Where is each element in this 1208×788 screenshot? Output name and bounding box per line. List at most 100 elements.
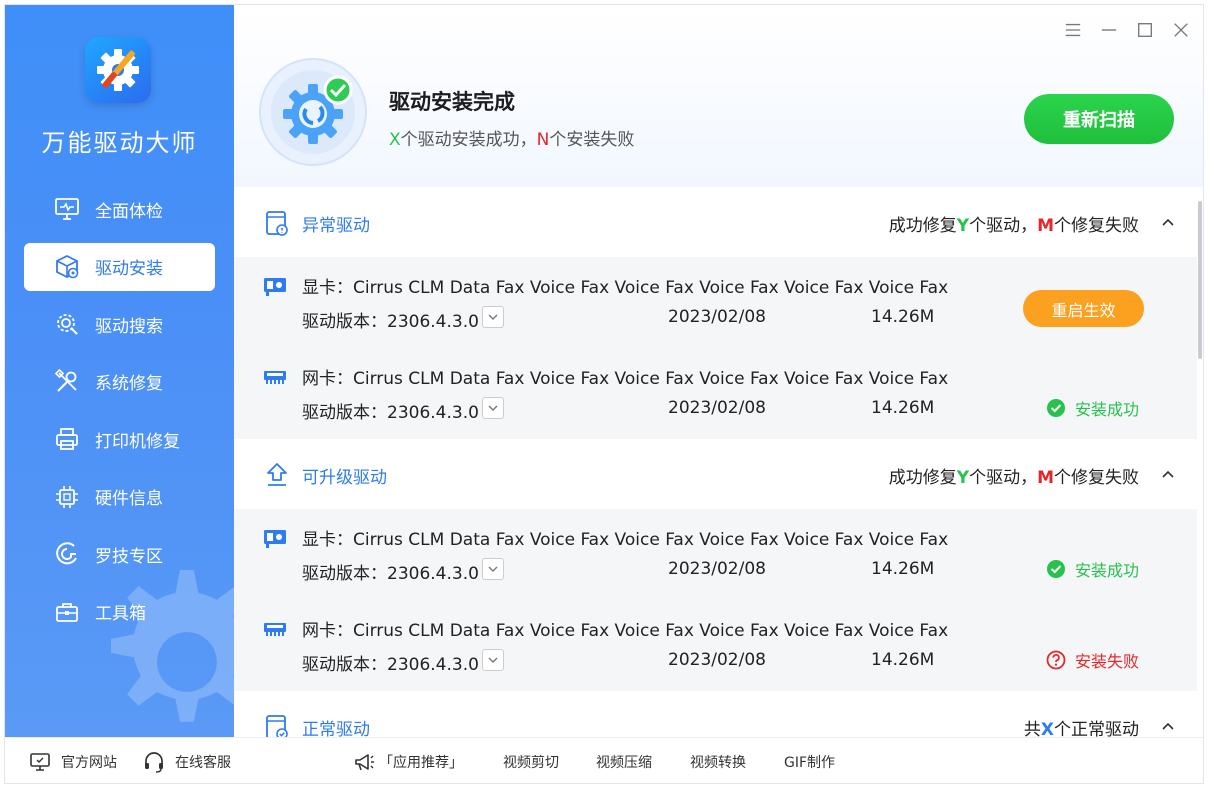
summary-text: 共	[1023, 720, 1041, 737]
sidebar-item-label: 罗技专区	[95, 546, 163, 567]
sidebar-item-logitech[interactable]: 罗技专区	[24, 530, 215, 578]
summary-text: 成功修复	[888, 216, 957, 236]
chevron-up-icon[interactable]	[1161, 719, 1175, 733]
version-dropdown[interactable]	[482, 649, 504, 671]
status-label: 安装失败	[1074, 652, 1139, 671]
sidebar: 万能驱动大师 全面体检 驱动安装 驱动搜索 系统修复 打印机修复 硬件信息 罗技…	[5, 5, 234, 737]
sidebar-item-label: 打印机修复	[95, 431, 180, 452]
sidebar-item-toolbox[interactable]: 工具箱	[24, 588, 215, 636]
section-summary: 成功修复Y个驱动，M个修复失败	[889, 211, 1139, 236]
printer-icon	[54, 426, 80, 452]
driver-name: 网卡：Cirrus CLM Data Fax Voice Fax Voice F…	[302, 621, 952, 641]
install-complete-badge	[258, 57, 368, 167]
sidebar-item-full-checkup[interactable]: 全面体检	[24, 185, 215, 233]
sidebar-item-hardware-info[interactable]: 硬件信息	[24, 473, 215, 521]
version-dropdown[interactable]	[482, 306, 504, 328]
network-card-icon	[264, 371, 286, 384]
chevron-down-icon	[488, 405, 498, 411]
maximize-icon	[1138, 23, 1152, 37]
driver-version: 驱动版本：2306.4.3.0	[302, 312, 479, 332]
display-card-icon	[264, 530, 286, 548]
minimize-button[interactable]	[1098, 19, 1120, 41]
driver-name: 显卡：Cirrus CLM Data Fax Voice Fax Voice F…	[302, 278, 952, 298]
subtitle-text: 个驱动安装成功，	[400, 130, 537, 150]
status-label: 安装成功	[1074, 561, 1139, 580]
app-title: 万能驱动大师	[41, 129, 198, 157]
section-header-upgradable[interactable]: 可升级驱动 成功修复Y个驱动，M个修复失败	[234, 439, 1197, 509]
sidebar-item-label: 工具箱	[95, 604, 146, 624]
summary-success-count: Y	[956, 468, 970, 488]
driver-warning-icon	[266, 211, 288, 236]
minimize-icon	[1101, 29, 1117, 31]
section-header-abnormal[interactable]: 异常驱动 成功修复Y个驱动，M个修复失败	[234, 187, 1197, 257]
status-badge: 安装失败	[1046, 648, 1139, 672]
sidebar-item-label: 全面体检	[95, 201, 163, 222]
sidebar-item-label: 驱动搜索	[95, 316, 163, 337]
sidebar-item-system-repair[interactable]: 系统修复	[24, 358, 215, 406]
check-circle-icon	[1046, 560, 1065, 578]
driver-size: 14.26M	[871, 307, 935, 327]
gear-check-icon	[259, 58, 367, 166]
check-circle-icon	[1046, 399, 1065, 417]
footer-label: 在线客服	[175, 755, 231, 771]
online-service-link[interactable]: 在线客服	[143, 738, 231, 783]
monitor-pulse-icon	[54, 196, 80, 222]
summary-text: 个驱动，	[969, 216, 1038, 236]
success-count: X	[389, 130, 401, 150]
sidebar-nav: 全面体检 驱动安装 驱动搜索 系统修复 打印机修复 硬件信息 罗技专区 工具箱	[24, 185, 215, 645]
sidebar-item-printer-repair[interactable]: 打印机修复	[24, 415, 215, 463]
footer-label: 「应用推荐」	[379, 755, 463, 771]
sidebar-item-driver-install[interactable]: 驱动安装	[24, 242, 215, 291]
chevron-up-icon[interactable]	[1161, 215, 1175, 229]
driver-list: 异常驱动 成功修复Y个驱动，M个修复失败 显卡：Cirrus CLM Data …	[234, 187, 1203, 737]
version-dropdown[interactable]	[482, 558, 504, 580]
driver-date: 2023/02/08	[668, 307, 766, 327]
section-title: 异常驱动	[302, 216, 370, 236]
box-gear-icon	[54, 254, 80, 280]
headset-icon	[145, 752, 163, 773]
network-card-icon	[264, 623, 286, 636]
header-subtitle: X个驱动安装成功，N个安装失败	[389, 125, 634, 150]
sidebar-item-label: 硬件信息	[95, 489, 163, 509]
chevron-down-icon	[488, 314, 498, 320]
section-rows-upgradable: 显卡：Cirrus CLM Data Fax Voice Fax Voice F…	[234, 509, 1197, 691]
megaphone-icon	[355, 754, 374, 771]
sidebar-item-driver-search[interactable]: 驱动搜索	[24, 300, 215, 348]
app-recommend-link[interactable]: 「应用推荐」	[353, 738, 463, 783]
maximize-button[interactable]	[1134, 19, 1156, 41]
logitech-icon	[54, 541, 80, 567]
question-circle-icon	[1046, 650, 1066, 670]
menu-button[interactable]	[1062, 19, 1084, 41]
status-label: 安装成功	[1074, 400, 1139, 419]
subtitle-text: 个安装失败	[549, 130, 635, 150]
official-website-link[interactable]: 官方网站	[29, 738, 117, 783]
driver-date: 2023/02/08	[668, 398, 766, 418]
section-header-normal[interactable]: 正常驱动 共X个正常驱动	[234, 691, 1197, 737]
chip-icon	[54, 484, 80, 510]
driver-version: 驱动版本：2306.4.3.0	[302, 564, 479, 584]
wrench-screwdriver-icon	[54, 368, 80, 395]
footer-link-video-compress[interactable]: 视频压缩	[596, 738, 652, 783]
footer-link-video-convert[interactable]: 视频转换	[690, 738, 746, 783]
sidebar-item-label: 驱动安装	[95, 259, 163, 279]
footer: 官方网站 在线客服 「应用推荐」 视频剪切 视频压缩 视频转换 GIF制作	[5, 737, 1203, 783]
toolbox-icon	[54, 599, 80, 625]
driver-date: 2023/02/08	[668, 559, 766, 579]
summary-text: 个正常驱动	[1054, 720, 1139, 737]
status-badge: 安装成功	[1046, 396, 1139, 420]
header: 驱动安装完成 X个驱动安装成功，N个安装失败 重新扫描	[234, 5, 1203, 187]
chevron-up-icon[interactable]	[1161, 467, 1175, 481]
upgrade-arrow-icon	[267, 463, 287, 486]
close-button[interactable]	[1170, 19, 1192, 41]
fail-count: N	[536, 130, 550, 150]
driver-ok-icon	[266, 715, 288, 737]
footer-link-video-cut[interactable]: 视频剪切	[503, 738, 559, 783]
restart-button[interactable]: 重启生效	[1023, 290, 1144, 327]
footer-link-gif-maker[interactable]: GIF制作	[784, 738, 835, 783]
scrollbar[interactable]	[1198, 201, 1202, 359]
version-dropdown[interactable]	[482, 397, 504, 419]
rescan-button[interactable]: 重新扫描	[1024, 94, 1174, 144]
driver-size: 14.26M	[871, 650, 935, 670]
header-title: 驱动安装完成	[389, 90, 515, 114]
chevron-down-icon	[488, 657, 498, 663]
